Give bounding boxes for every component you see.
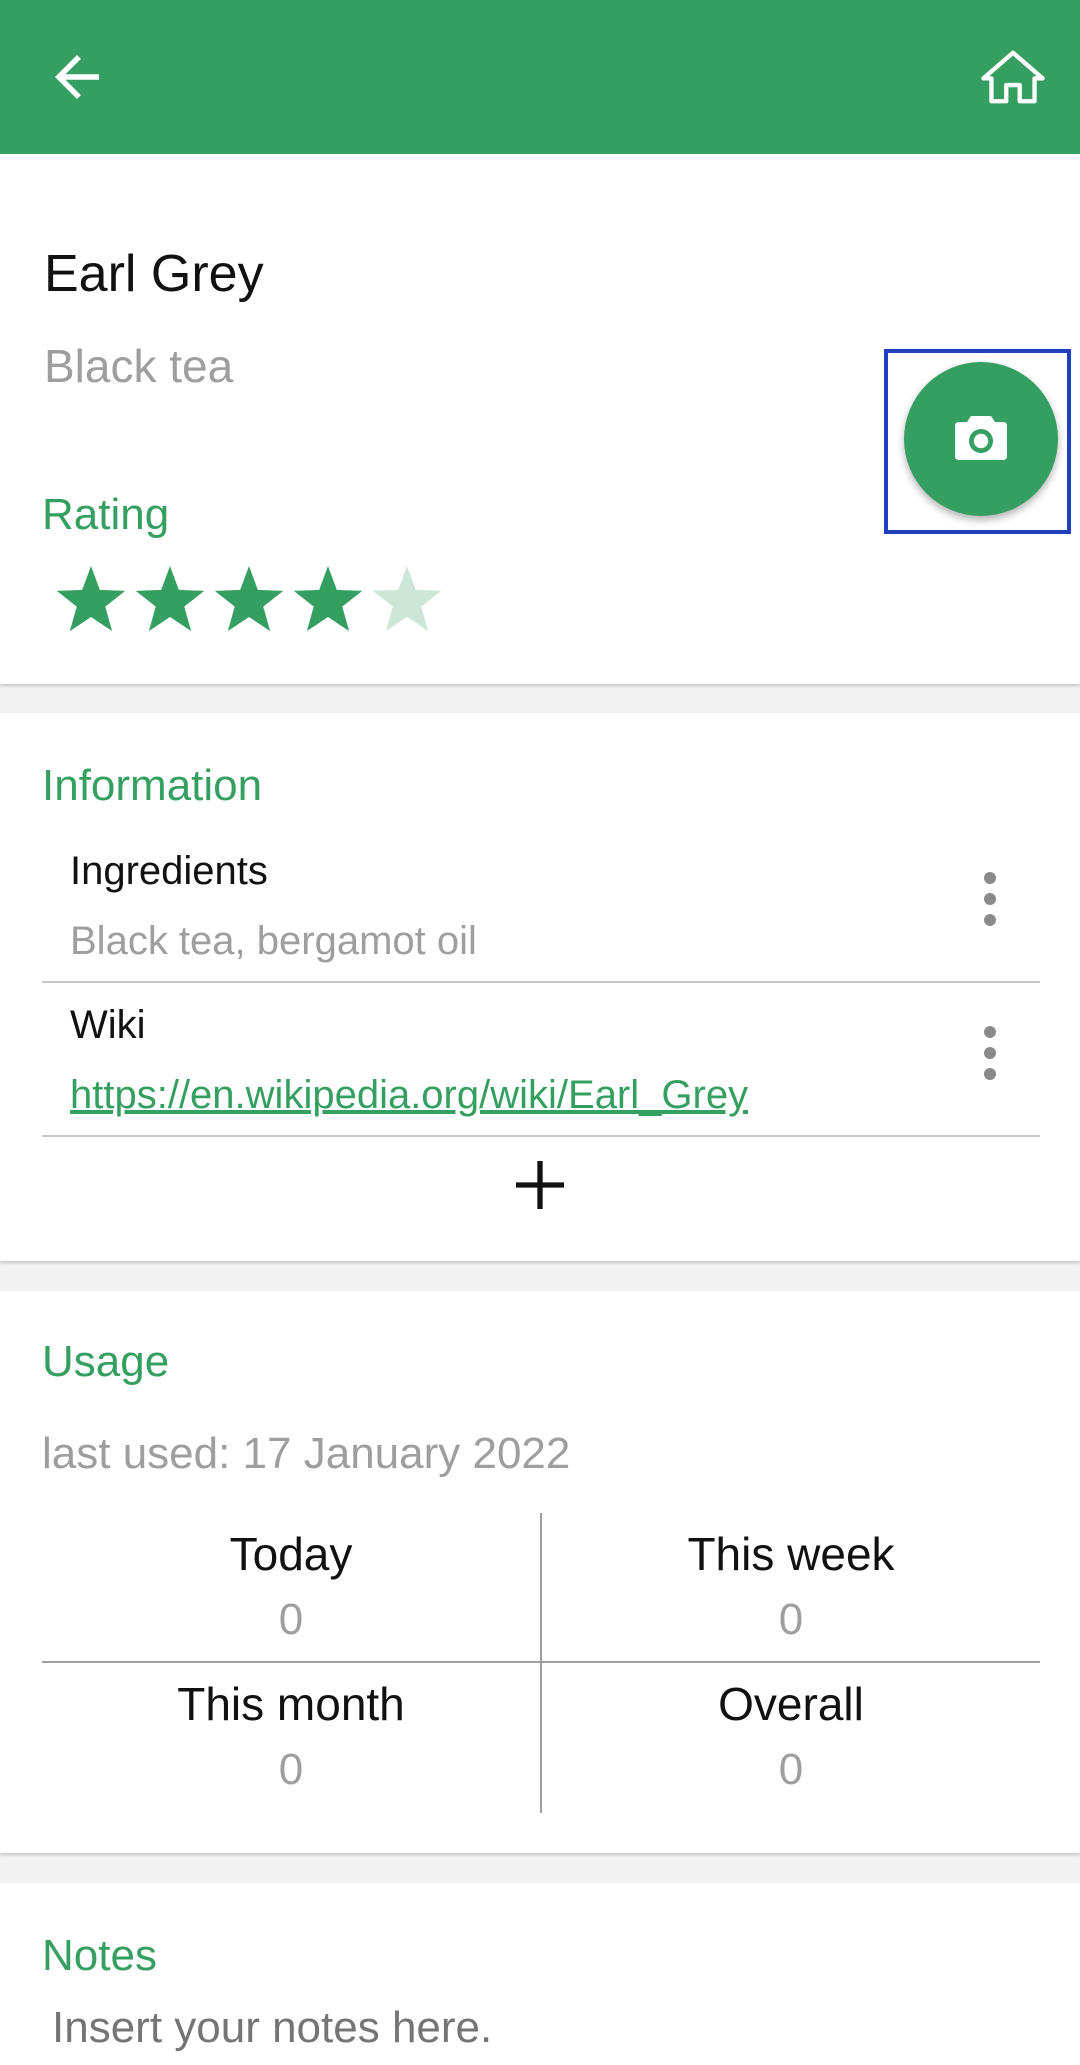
wiki-link[interactable]: https://en.wikipedia.org/wiki/Earl_Grey — [70, 1073, 748, 1118]
more-vert-icon[interactable] — [978, 1023, 1002, 1083]
usage-stats-grid: Today 0 This week 0 This month 0 Overall… — [42, 1513, 1040, 1813]
star-empty-icon[interactable] — [372, 566, 442, 632]
more-vert-icon[interactable] — [978, 869, 1002, 929]
home-icon[interactable] — [978, 44, 1048, 110]
star-filled-icon[interactable] — [214, 566, 284, 632]
last-used-text: last used: 17 January 2022 — [42, 1429, 571, 1478]
rating-label: Rating — [42, 490, 170, 539]
app-bar — [0, 0, 1080, 154]
tea-type: Black tea — [44, 340, 234, 392]
tea-header-card: Earl Grey Black tea Rating — [0, 154, 1080, 684]
rating-stars[interactable] — [54, 559, 454, 639]
camera-button[interactable] — [904, 362, 1058, 516]
stat-label: This month — [177, 1678, 405, 1730]
add-icon[interactable] — [508, 1153, 572, 1217]
stat-this-week: This week 0 — [542, 1527, 1040, 1645]
stat-today: Today 0 — [42, 1527, 540, 1645]
tea-name: Earl Grey — [44, 245, 264, 303]
info-row-ingredients[interactable]: Ingredients Black tea, bergamot oil — [42, 829, 1040, 983]
usage-card: Usage last used: 17 January 2022 Today 0… — [0, 1291, 1080, 1853]
star-filled-icon[interactable] — [293, 566, 363, 632]
info-value: Black tea, bergamot oil — [70, 919, 477, 963]
arrow-back-icon[interactable] — [44, 44, 110, 110]
stat-label: Overall — [718, 1678, 864, 1730]
star-filled-icon[interactable] — [56, 566, 126, 632]
info-title: Ingredients — [70, 849, 268, 893]
stat-label: Today — [229, 1528, 353, 1580]
stat-value: 0 — [778, 1595, 804, 1644]
notes-label: Notes — [42, 1931, 157, 1980]
stat-overall: Overall 0 — [542, 1677, 1040, 1795]
stat-value: 0 — [778, 1745, 804, 1794]
information-label: Information — [42, 761, 263, 810]
notes-input[interactable] — [52, 2003, 1032, 2053]
info-title: Wiki — [70, 1003, 146, 1047]
camera-icon — [955, 416, 1007, 460]
stat-value: 0 — [278, 1595, 304, 1644]
stat-label: This week — [687, 1528, 895, 1580]
grid-divider — [42, 1661, 1040, 1663]
notes-card: Notes — [0, 1883, 1080, 2065]
stat-this-month: This month 0 — [42, 1677, 540, 1795]
star-filled-icon[interactable] — [135, 566, 205, 632]
information-card: Information Ingredients Black tea, berga… — [0, 713, 1080, 1261]
stat-value: 0 — [278, 1745, 304, 1794]
info-row-wiki[interactable]: Wiki https://en.wikipedia.org/wiki/Earl_… — [42, 983, 1040, 1137]
usage-label: Usage — [42, 1337, 170, 1386]
